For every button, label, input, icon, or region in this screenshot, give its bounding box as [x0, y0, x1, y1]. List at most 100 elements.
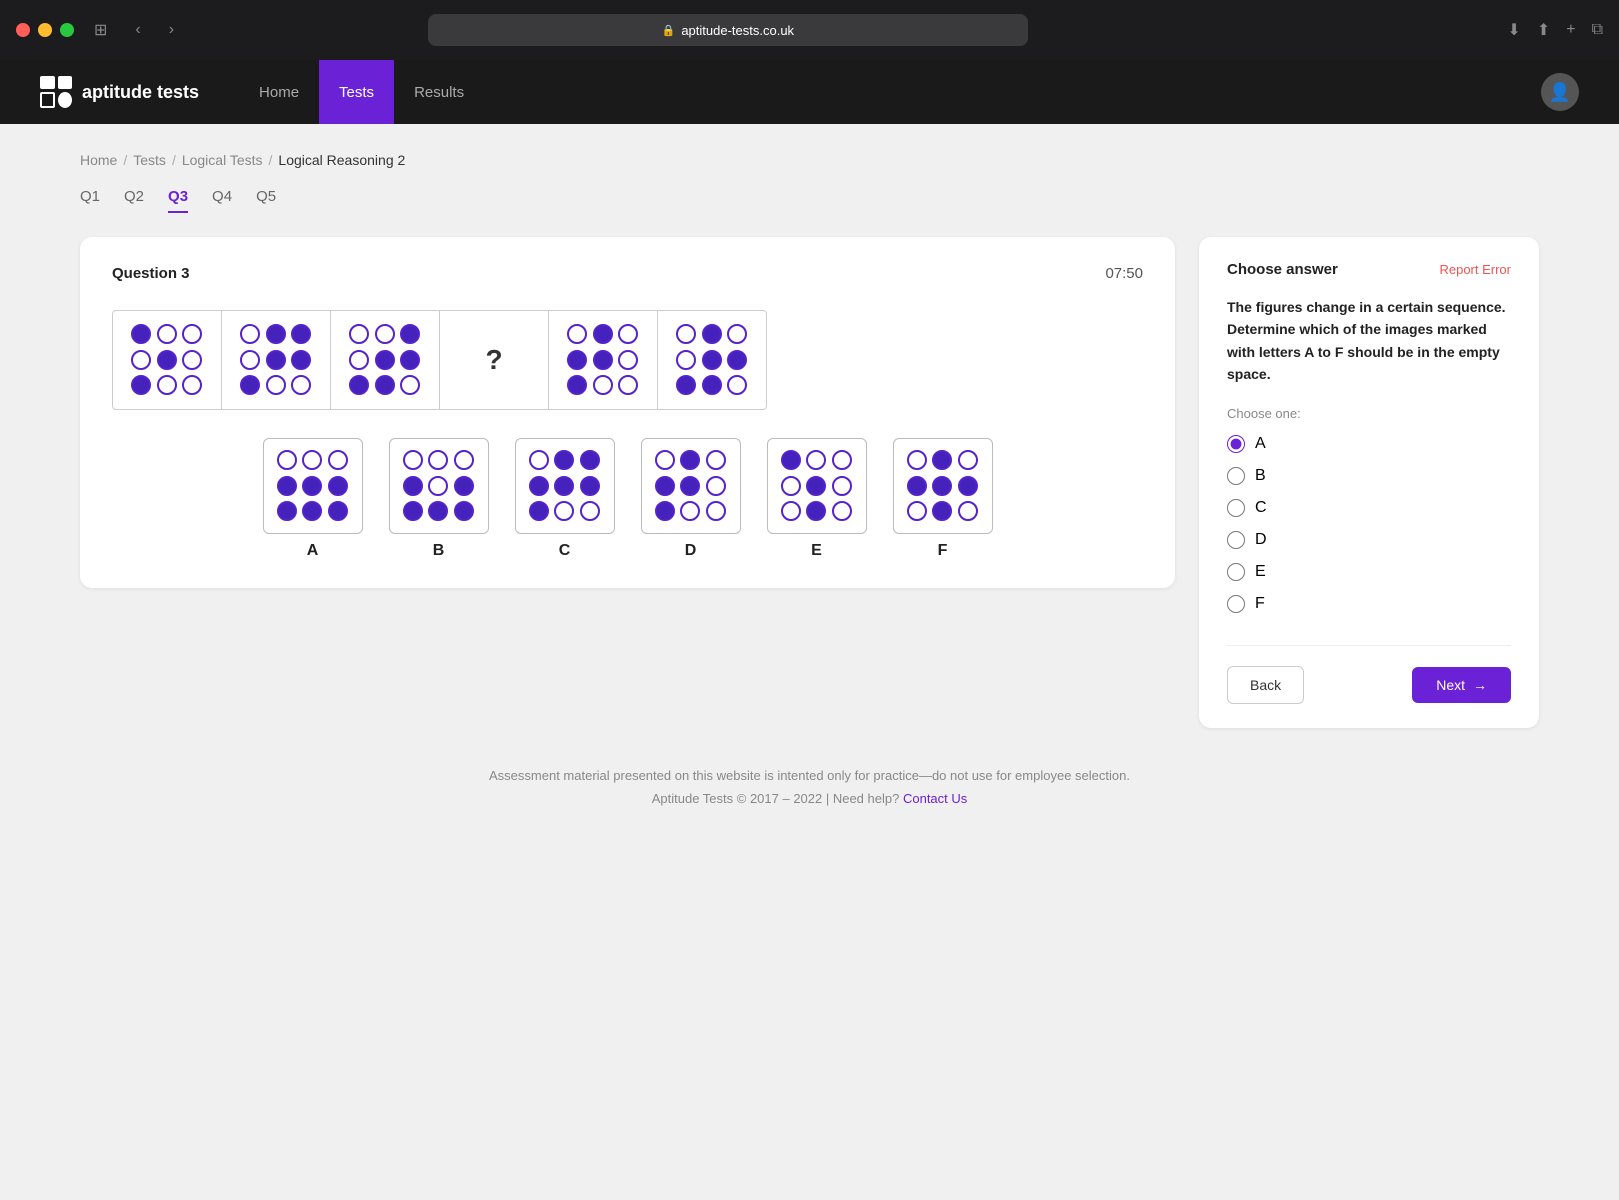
option-A[interactable]: A: [1227, 435, 1511, 453]
answer-col-A: A: [258, 438, 368, 560]
radio-A[interactable]: [1227, 435, 1245, 453]
question-mark: ?: [485, 344, 502, 376]
next-button[interactable]: Next →: [1412, 667, 1511, 703]
footer-copyright: Aptitude Tests © 2017 – 2022 | Need help…: [80, 791, 1539, 806]
option-F[interactable]: F: [1227, 595, 1511, 613]
breadcrumb: Home / Tests / Logical Tests / Logical R…: [80, 152, 1539, 168]
answer-cell-D[interactable]: [641, 438, 741, 534]
footer: Assessment material presented on this we…: [80, 728, 1539, 830]
label-D: D: [685, 542, 697, 560]
pattern-E: [781, 450, 853, 522]
label-E: E: [811, 542, 822, 560]
label-A: A: [307, 542, 319, 560]
breadcrumb-tests[interactable]: Tests: [133, 152, 166, 168]
answer-cell-B[interactable]: [389, 438, 489, 534]
tab-q3[interactable]: Q3: [168, 188, 188, 213]
tab-q1[interactable]: Q1: [80, 188, 100, 213]
split-view-icon[interactable]: ⧉: [1592, 21, 1603, 39]
answer-cell-C[interactable]: [515, 438, 615, 534]
radio-E[interactable]: [1227, 563, 1245, 581]
address-bar[interactable]: 🔒 aptitude-tests.co.uk: [428, 14, 1028, 46]
breadcrumb-current: Logical Reasoning 2: [278, 152, 405, 168]
separator-3: /: [269, 152, 273, 168]
page-content: Home / Tests / Logical Tests / Logical R…: [0, 124, 1619, 1200]
pattern-3: [349, 324, 421, 396]
back-button[interactable]: Back: [1227, 666, 1304, 704]
answer-cell-F[interactable]: [893, 438, 993, 534]
answer-options-row: A B: [112, 438, 1143, 560]
option-label-B: B: [1255, 467, 1266, 485]
pattern-A: [277, 450, 349, 522]
back-button[interactable]: ‹: [127, 17, 148, 43]
choose-one-label: Choose one:: [1227, 406, 1511, 421]
pattern-1: [131, 324, 203, 396]
nav-results[interactable]: Results: [394, 60, 484, 124]
logo-text: aptitude tests: [82, 82, 199, 103]
nav-home[interactable]: Home: [239, 60, 319, 124]
sequence-cell-2: [221, 310, 331, 410]
sidebar-toggle-button[interactable]: ⊞: [86, 16, 115, 44]
radio-C[interactable]: [1227, 499, 1245, 517]
close-traffic-light[interactable]: [16, 23, 30, 37]
label-C: C: [559, 542, 571, 560]
answer-cell-A[interactable]: [263, 438, 363, 534]
question-card: Question 3 07:50: [80, 237, 1175, 588]
maximize-traffic-light[interactable]: [60, 23, 74, 37]
sequence-cell-4-empty: ?: [439, 310, 549, 410]
traffic-lights: [16, 23, 74, 37]
radio-D[interactable]: [1227, 531, 1245, 549]
avatar[interactable]: 👤: [1541, 73, 1579, 111]
url-text: aptitude-tests.co.uk: [681, 23, 794, 38]
radio-options: A B C D E: [1227, 435, 1511, 613]
label-F: F: [938, 542, 948, 560]
nav-tests[interactable]: Tests: [319, 60, 394, 124]
forward-button[interactable]: ›: [161, 17, 182, 43]
report-error-link[interactable]: Report Error: [1439, 262, 1511, 277]
new-tab-icon[interactable]: +: [1566, 21, 1575, 39]
tab-q2[interactable]: Q2: [124, 188, 144, 213]
logo-icon: [40, 76, 72, 108]
answer-panel-header: Choose answer Report Error: [1227, 261, 1511, 278]
choose-answer-title: Choose answer: [1227, 261, 1338, 278]
nav-links: Home Tests Results: [239, 60, 484, 124]
lock-icon: 🔒: [662, 24, 676, 37]
sequence-row: ?: [112, 310, 1143, 410]
pattern-C: [529, 450, 601, 522]
pattern-F: [907, 450, 979, 522]
main-layout: Question 3 07:50: [80, 237, 1539, 728]
sequence-cell-5: [548, 310, 658, 410]
download-icon[interactable]: ⬇: [1507, 20, 1520, 40]
breadcrumb-logical-tests[interactable]: Logical Tests: [182, 152, 263, 168]
radio-B[interactable]: [1227, 467, 1245, 485]
pattern-5: [567, 324, 639, 396]
sequence-cell-1: [112, 310, 222, 410]
question-header: Question 3 07:50: [112, 265, 1143, 282]
option-B[interactable]: B: [1227, 467, 1511, 485]
separator-2: /: [172, 152, 176, 168]
timer: 07:50: [1105, 265, 1143, 282]
answer-col-C: C: [510, 438, 620, 560]
answer-col-E: E: [762, 438, 872, 560]
question-tabs: Q1 Q2 Q3 Q4 Q5: [80, 188, 1539, 213]
answer-cell-E[interactable]: [767, 438, 867, 534]
option-label-E: E: [1255, 563, 1266, 581]
tab-q4[interactable]: Q4: [212, 188, 232, 213]
pattern-2: [240, 324, 312, 396]
radio-F[interactable]: [1227, 595, 1245, 613]
nav-user: 👤: [1541, 73, 1579, 111]
answer-col-F: F: [888, 438, 998, 560]
option-C[interactable]: C: [1227, 499, 1511, 517]
option-D[interactable]: D: [1227, 531, 1511, 549]
option-label-F: F: [1255, 595, 1265, 613]
breadcrumb-home[interactable]: Home: [80, 152, 117, 168]
tab-q5[interactable]: Q5: [256, 188, 276, 213]
contact-us-link[interactable]: Contact Us: [903, 791, 967, 806]
action-buttons: Back Next →: [1227, 645, 1511, 704]
pattern-D: [655, 450, 727, 522]
pattern-6: [676, 324, 748, 396]
option-E[interactable]: E: [1227, 563, 1511, 581]
minimize-traffic-light[interactable]: [38, 23, 52, 37]
share-icon[interactable]: ⬆: [1537, 20, 1550, 40]
label-B: B: [433, 542, 445, 560]
sequence-cell-6: [657, 310, 767, 410]
